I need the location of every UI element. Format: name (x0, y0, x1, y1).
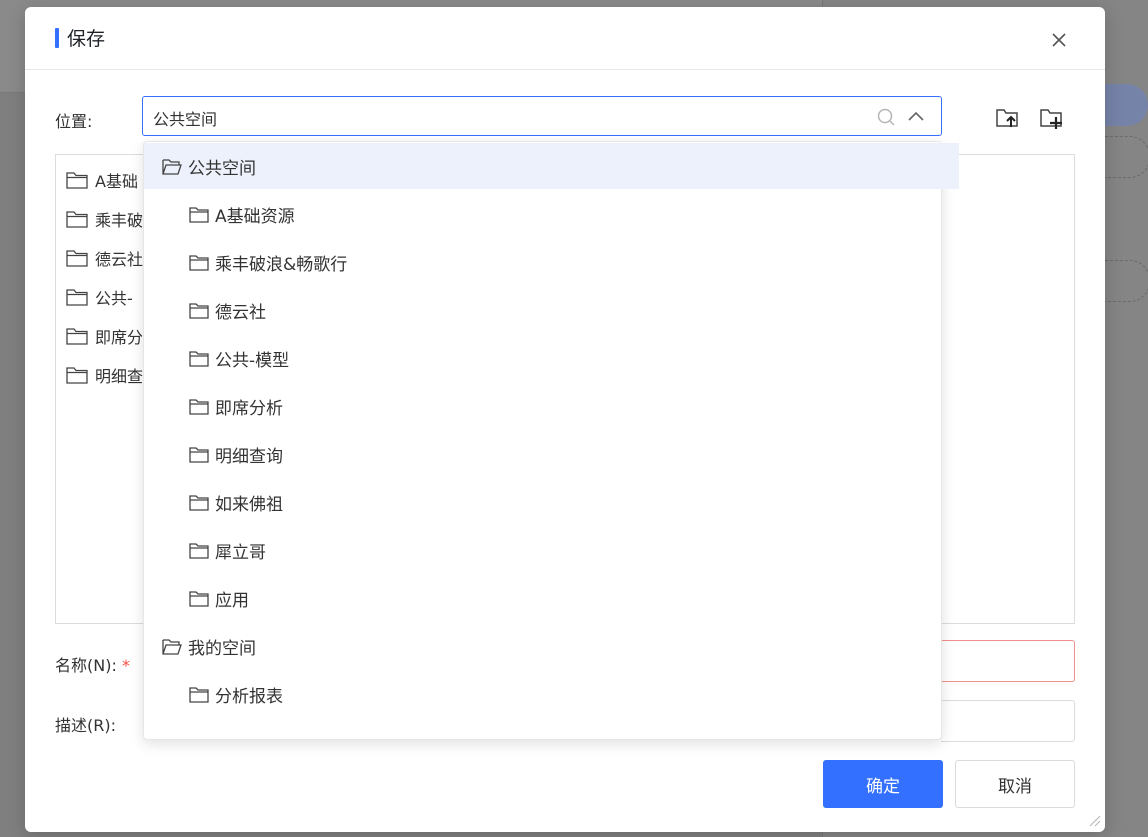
tree-item-label: 德云社 (95, 250, 144, 269)
tree-item[interactable]: A基础 (66, 168, 138, 192)
dropdown-item[interactable]: 应用 (144, 575, 986, 621)
tree-item-label: 公共- (95, 289, 133, 308)
name-label-text: 名称(N): (55, 656, 117, 675)
tree-item-label: A基础 (95, 172, 138, 191)
dropdown-item-my-space[interactable]: 我的空间 (144, 623, 959, 669)
dropdown-item[interactable]: 即席分析 (144, 383, 986, 429)
dropdown-item-label: 犀立哥 (215, 542, 266, 563)
tree-item[interactable]: 明细查 (66, 363, 143, 387)
folder-icon (189, 494, 209, 511)
folder-icon (66, 172, 88, 189)
folder-icon (189, 446, 209, 463)
resize-grip-icon[interactable] (1087, 813, 1101, 827)
tree-item-label: 即席分 (95, 328, 144, 347)
folder-icon (189, 542, 209, 559)
folder-icon (66, 289, 88, 306)
search-icon[interactable] (876, 107, 896, 127)
dropdown-item-label: A基础资源 (215, 206, 295, 227)
cancel-button[interactable]: 取消 (955, 760, 1075, 808)
chevron-up-icon[interactable] (906, 107, 926, 127)
dropdown-item[interactable]: A基础资源 (144, 191, 986, 237)
dropdown-item-label: 乘丰破浪&畅歌行 (215, 254, 348, 275)
close-icon[interactable] (1048, 29, 1070, 51)
folder-icon (66, 328, 88, 345)
dropdown-item-label: 即席分析 (215, 398, 283, 419)
location-dropdown: 公共空间 A基础资源 乘丰破浪&畅歌行 德云社 公共-模型 即席分析 明细查询 … (143, 141, 959, 740)
folder-icon (189, 590, 209, 607)
folder-icon (189, 206, 209, 223)
confirm-button[interactable]: 确定 (823, 760, 943, 808)
dropdown-item-label: 公共空间 (188, 158, 256, 179)
folder-icon (189, 350, 209, 367)
upload-folder-icon[interactable] (995, 105, 1021, 131)
dropdown-item-label: 德云社 (215, 302, 266, 323)
folder-icon (189, 302, 209, 319)
dropdown-item[interactable]: 公共-模型 (144, 335, 986, 381)
new-folder-icon[interactable] (1039, 105, 1065, 131)
dropdown-item-label: 应用 (215, 590, 249, 611)
tree-item[interactable]: 即席分 (66, 324, 143, 348)
folder-icon (66, 211, 88, 228)
desc-label: 描述(R): (55, 716, 116, 735)
dropdown-item-label: 明细查询 (215, 446, 283, 467)
tree-item[interactable]: 公共- (66, 285, 133, 309)
folder-icon (66, 367, 88, 384)
tree-item-label: 乘丰破 (95, 211, 144, 230)
dropdown-item-label: 公共-模型 (215, 350, 290, 371)
location-select-value: 公共空间 (153, 110, 218, 129)
name-label: 名称(N): * (55, 652, 130, 676)
folder-icon (66, 250, 88, 267)
dropdown-item-label: 分析报表 (215, 686, 283, 707)
dialog-header: 保存 (25, 7, 1105, 70)
location-label: 位置: (55, 112, 93, 131)
dropdown-item[interactable]: 分析报表 (144, 671, 986, 717)
dropdown-item[interactable]: 犀立哥 (144, 527, 986, 573)
tree-item[interactable]: 乘丰破 (66, 207, 143, 231)
dropdown-item[interactable]: 乘丰破浪&畅歌行 (144, 239, 986, 285)
folder-icon (189, 686, 209, 703)
dropdown-item[interactable]: 如来佛祖 (144, 479, 986, 525)
tree-item[interactable]: 德云社 (66, 246, 143, 270)
tree-item-label: 明细查 (95, 367, 144, 386)
title-accent-bar (55, 28, 59, 48)
dropdown-item-label: 如来佛祖 (215, 494, 283, 515)
folder-open-icon (162, 638, 182, 655)
dropdown-item[interactable]: 明细查询 (144, 431, 986, 477)
dropdown-item-label: 我的空间 (188, 638, 256, 659)
folder-icon (189, 398, 209, 415)
dropdown-item[interactable]: 德云社 (144, 287, 986, 333)
dropdown-item-public-space[interactable]: 公共空间 (144, 143, 959, 189)
location-select[interactable]: 公共空间 (142, 96, 942, 136)
required-mark: * (121, 656, 130, 675)
folder-icon (189, 254, 209, 271)
dialog-title: 保存 (67, 28, 106, 50)
folder-open-icon (162, 158, 182, 175)
